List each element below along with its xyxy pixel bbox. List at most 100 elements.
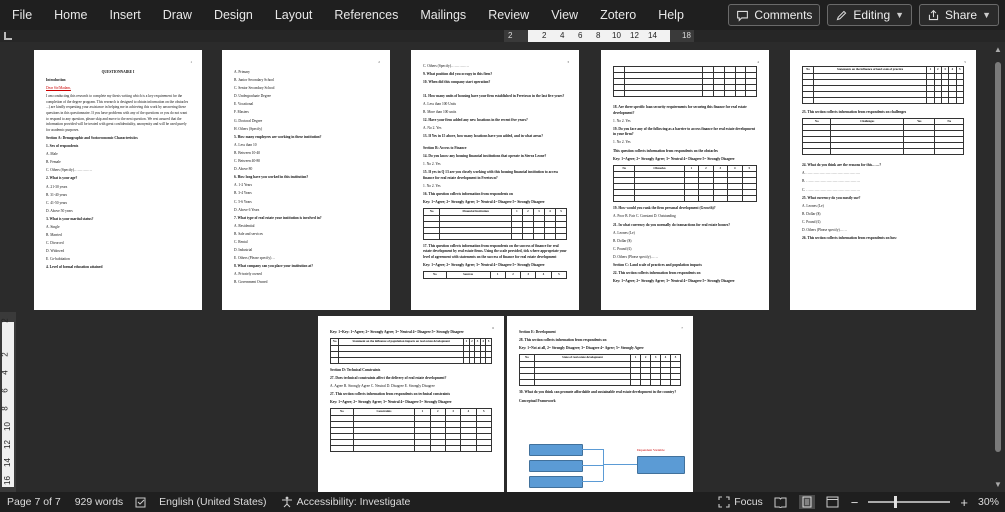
menu-review[interactable]: Review [477, 0, 540, 30]
document-page-6[interactable]: 6 Key: 1=Key: 1=Agree; 2= Strongly Agree… [318, 316, 504, 492]
accessibility-checker[interactable]: Accessibility: Investigate [281, 496, 410, 508]
option: D. Above 50 years [46, 208, 73, 213]
option: A. 1-2 Years [234, 183, 252, 188]
table-header-cell: 1 [414, 408, 431, 416]
document-page-7[interactable]: 7 Section E: Development 28. This sectio… [507, 316, 693, 492]
comment-icon [737, 10, 749, 22]
share-button[interactable]: Share ▼ [919, 4, 999, 26]
option: D. Others (Please specify)…… [802, 228, 847, 233]
menu-insert[interactable]: Insert [99, 0, 152, 30]
zoom-slider[interactable] [868, 496, 951, 508]
option: A. Poor B. Fair C. Constant D. Outstandi… [613, 214, 676, 219]
section-heading: Section D: Technical Constraints [330, 367, 381, 372]
table-header-cell: No [802, 66, 814, 74]
option: B. More than 100 units [423, 109, 457, 114]
document-page-4[interactable]: 4 18. Are there specific loan security r… [601, 50, 769, 310]
option: B. 3-4 Years [234, 191, 252, 196]
connector-line [581, 465, 603, 466]
question: 2. What is your age? [46, 176, 78, 181]
ruler-tick: 6 [0, 388, 10, 393]
question: 9. What position did you occupy in this … [423, 72, 493, 77]
scrollbar-thumb[interactable] [995, 62, 1001, 452]
zoom-in-icon[interactable]: + [960, 495, 968, 510]
document-page-2[interactable]: 2 A. Primary B. Junior Secondary School … [222, 50, 390, 310]
focus-button[interactable]: Focus [718, 496, 763, 508]
challenges-table: No Challenges Yes No [801, 117, 964, 156]
table-header-cell: 5 [670, 354, 681, 362]
menu-zotero[interactable]: Zotero [589, 0, 647, 30]
question: 10. When did this company start operatio… [423, 80, 491, 85]
scale-key: Key: 1=Agree; 2= Strongly Agree; 3= Neut… [423, 262, 545, 267]
question: 19. How would you rank the firm personal… [613, 206, 716, 211]
ruler-tick: 4 [560, 31, 565, 40]
book-icon [774, 497, 787, 508]
option: A. ……………………………………… [802, 171, 861, 176]
menu-draw[interactable]: Draw [152, 0, 203, 30]
zoom-out-icon[interactable]: − [851, 495, 859, 510]
option: A. Agree B. Strongly Agree C. Neutral D.… [330, 383, 435, 388]
status-bar-right: Focus − + 30% [711, 492, 999, 512]
option: A. Leones (Le) [613, 230, 635, 235]
option: D. Others (Please specify)…… [613, 254, 658, 259]
menu-references[interactable]: References [323, 0, 409, 30]
comments-button[interactable]: Comments [728, 4, 821, 26]
table-header-cell: No [423, 271, 447, 279]
proofing-icon[interactable] [135, 497, 147, 508]
menu-view[interactable]: View [540, 0, 589, 30]
development-table: No State of real estate development 1 2 3 4 5 [519, 354, 681, 386]
web-layout-button[interactable] [825, 495, 841, 509]
table-header-cell: Constraints [352, 408, 416, 416]
table-header-cell: No [519, 354, 535, 362]
option: 1. No 2. Yes [613, 140, 631, 145]
zoom-slider-knob[interactable] [894, 496, 898, 508]
greeting: Dear Sir/Madam, [46, 86, 71, 91]
word-count[interactable]: 929 words [75, 496, 123, 508]
menu-file[interactable]: File [0, 0, 43, 30]
document-canvas[interactable]: 1 QUESTIONNAIRE I Introduction Dear Sir/… [16, 42, 991, 492]
menu-mailings[interactable]: Mailings [409, 0, 477, 30]
editing-mode-button[interactable]: Editing ▼ [827, 4, 913, 26]
scroll-down-icon[interactable]: ▼ [994, 480, 1002, 489]
zoom-level[interactable]: 30% [978, 496, 999, 508]
menu-layout[interactable]: Layout [264, 0, 324, 30]
framework-box [529, 476, 583, 488]
section-heading: Section E: Development [519, 330, 556, 334]
option: B. Female [46, 160, 61, 165]
obstacles-table: No Obstacles 1 2 3 4 5 [612, 164, 758, 203]
focus-icon [718, 496, 730, 508]
ruler-tick: 10 [612, 31, 621, 40]
menu-design[interactable]: Design [203, 0, 264, 30]
read-mode-button[interactable] [773, 495, 789, 509]
document-page-5[interactable]: 5 No Statements on the influence of land … [790, 50, 976, 310]
horizontal-ruler[interactable]: 2 2 4 6 8 10 12 14 18 [504, 30, 694, 42]
framework-box [529, 460, 583, 472]
menu-home[interactable]: Home [43, 0, 98, 30]
scroll-up-icon[interactable]: ▲ [994, 45, 1002, 54]
option: D. Widowed [46, 249, 65, 254]
question: 6. How long have you worked in this inst… [234, 175, 309, 180]
option: H. Others (Specify) [234, 126, 263, 131]
table-header-cell: 5 [550, 271, 568, 279]
section-heading: Section A: Demographic and Socioeconomic… [46, 135, 138, 140]
table-header-cell: 4 [543, 208, 556, 216]
table-header-cell: 5 [955, 66, 965, 74]
page-count[interactable]: Page 7 of 7 [7, 496, 61, 508]
document-page-3[interactable]: 3 C. Others (Specify)…………… 9. What posit… [411, 50, 579, 310]
language-indicator[interactable]: English (United States) [159, 496, 266, 508]
question: 13. If Yes in 15 above, how many locatio… [423, 134, 544, 139]
share-label: Share [945, 8, 978, 22]
document-page-1[interactable]: 1 QUESTIONNAIRE I Introduction Dear Sir/… [34, 50, 202, 310]
table-header-cell: 5 [475, 408, 493, 416]
print-layout-button[interactable] [798, 495, 815, 509]
table-header-cell: 2 [698, 164, 714, 173]
table-header-cell: 2 [933, 66, 942, 74]
option: B. Dollar ($) [802, 211, 821, 216]
question: 7. What type of real estate your institu… [234, 215, 322, 220]
tab-selector-icon[interactable] [4, 32, 12, 40]
menu-help[interactable]: Help [647, 0, 695, 30]
vertical-scrollbar[interactable]: ▲ ▼ [991, 42, 1005, 492]
accessibility-icon [281, 496, 292, 508]
table-header-cell: Yes [903, 117, 936, 126]
vertical-ruler[interactable]: 2 2 4 6 8 10 12 14 16 [0, 312, 16, 492]
table-header-cell: 2 [504, 271, 522, 279]
